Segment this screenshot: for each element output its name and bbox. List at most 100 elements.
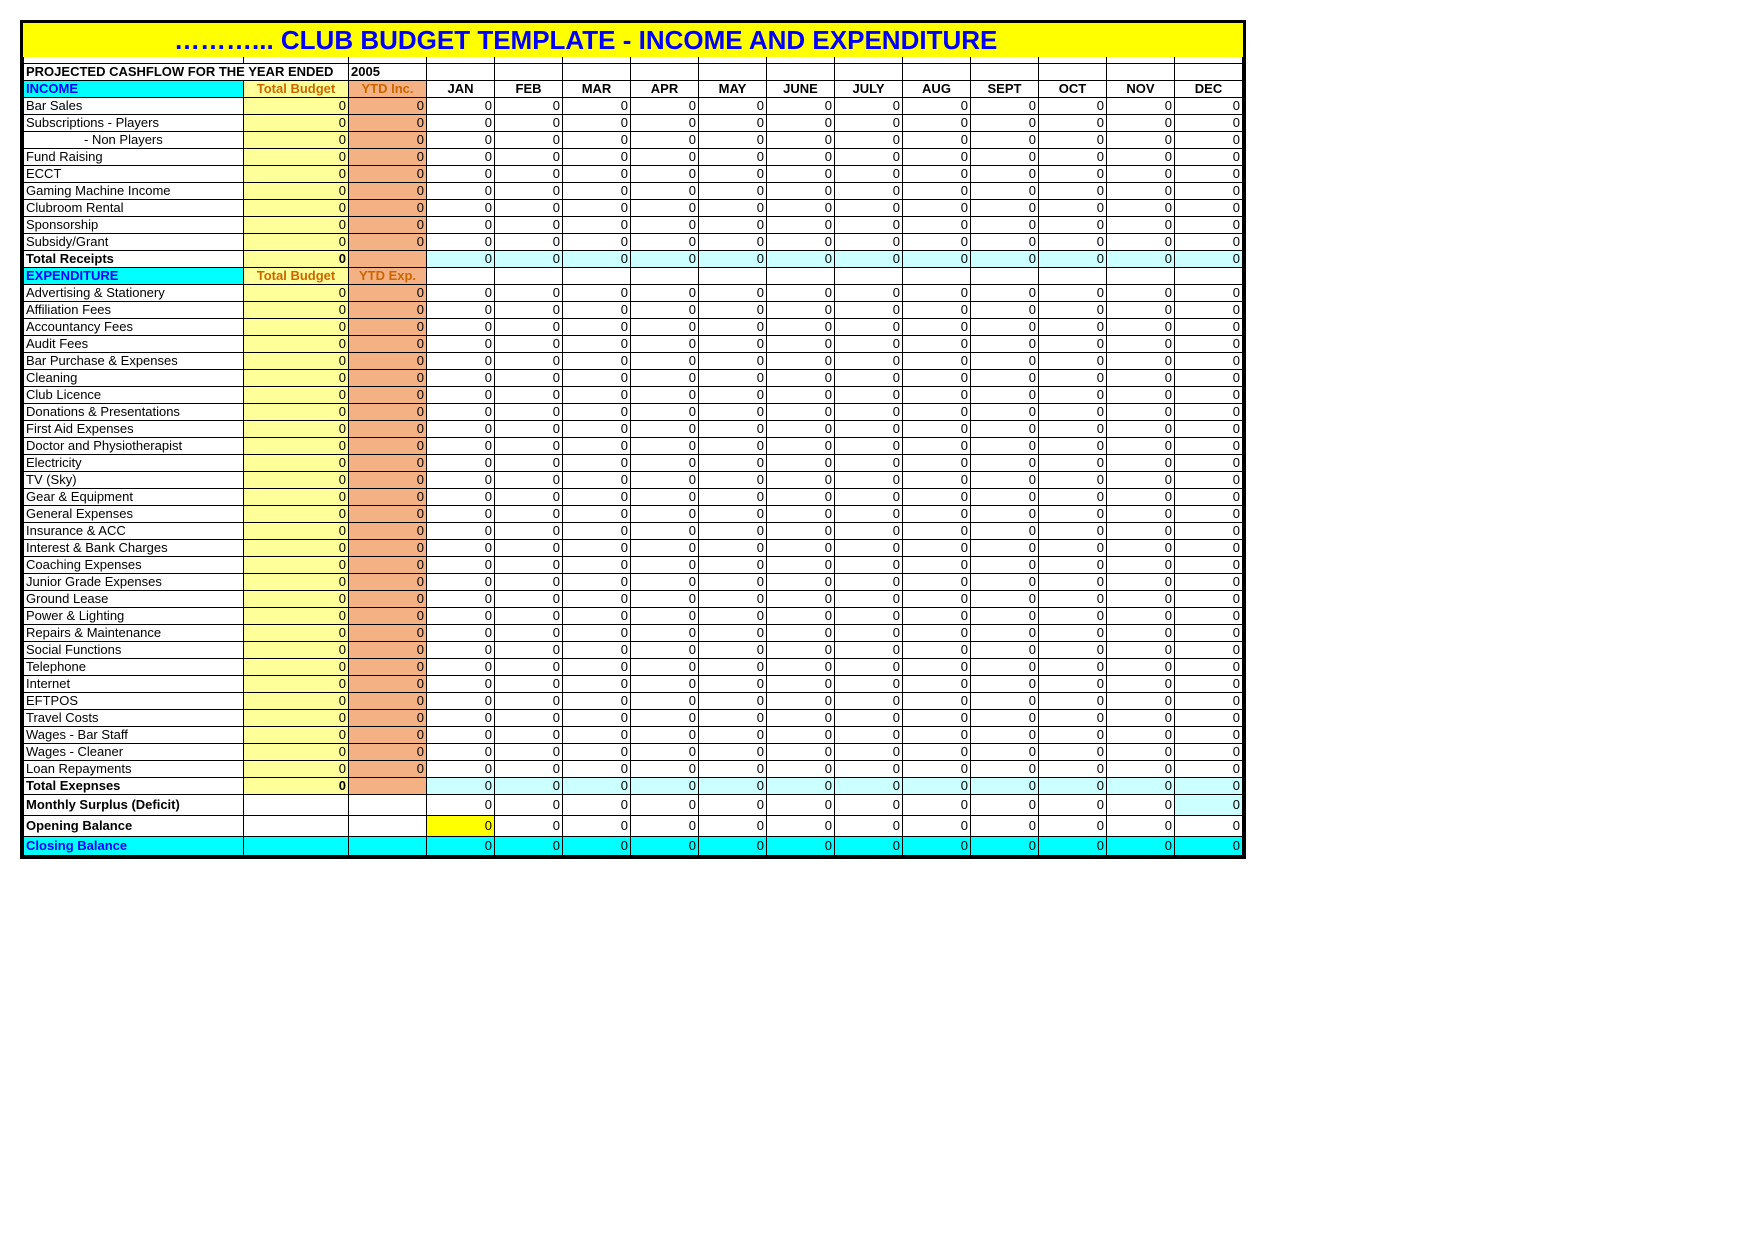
month-cell[interactable]: 0 — [1039, 421, 1107, 438]
month-cell[interactable]: 0 — [427, 540, 495, 557]
ytd-cell[interactable]: 0 — [349, 710, 427, 727]
total-budget-cell[interactable]: 0 — [244, 234, 349, 251]
month-cell[interactable]: 0 — [971, 404, 1039, 421]
month-cell[interactable]: 0 — [835, 472, 903, 489]
month-cell[interactable]: 0 — [971, 200, 1039, 217]
month-cell[interactable]: 0 — [1175, 557, 1243, 574]
month-cell[interactable]: 0 — [767, 285, 835, 302]
month-cell[interactable]: 0 — [1039, 285, 1107, 302]
month-cell[interactable]: 0 — [427, 523, 495, 540]
month-cell[interactable]: 0 — [1107, 489, 1175, 506]
month-cell[interactable]: 0 — [767, 744, 835, 761]
month-cell[interactable]: 0 — [699, 404, 767, 421]
month-cell[interactable]: 0 — [563, 217, 631, 234]
month-cell[interactable]: 0 — [699, 761, 767, 778]
month-cell[interactable]: 0 — [835, 710, 903, 727]
month-cell[interactable]: 0 — [699, 132, 767, 149]
month-cell[interactable]: 0 — [1107, 574, 1175, 591]
month-cell[interactable]: 0 — [699, 370, 767, 387]
month-cell[interactable]: 0 — [563, 642, 631, 659]
month-cell[interactable]: 0 — [1039, 234, 1107, 251]
month-cell[interactable]: 0 — [1039, 506, 1107, 523]
month-cell[interactable]: 0 — [767, 183, 835, 200]
month-cell[interactable]: 0 — [495, 200, 563, 217]
total-budget-cell[interactable]: 0 — [244, 557, 349, 574]
month-cell[interactable]: 0 — [1175, 727, 1243, 744]
month-cell[interactable]: 0 — [1175, 302, 1243, 319]
month-cell[interactable]: 0 — [835, 421, 903, 438]
month-cell[interactable]: 0 — [1107, 710, 1175, 727]
month-cell[interactable]: 0 — [1039, 183, 1107, 200]
month-cell[interactable]: 0 — [495, 710, 563, 727]
month-cell[interactable]: 0 — [563, 319, 631, 336]
total-budget-cell[interactable]: 0 — [244, 285, 349, 302]
month-cell[interactable]: 0 — [699, 183, 767, 200]
month-cell[interactable]: 0 — [1039, 710, 1107, 727]
month-cell[interactable]: 0 — [563, 98, 631, 115]
month-cell[interactable]: 0 — [835, 540, 903, 557]
month-cell[interactable]: 0 — [631, 115, 699, 132]
month-cell[interactable]: 0 — [903, 149, 971, 166]
month-cell[interactable]: 0 — [835, 557, 903, 574]
month-cell[interactable]: 0 — [631, 727, 699, 744]
ytd-cell[interactable]: 0 — [349, 421, 427, 438]
total-budget-cell[interactable]: 0 — [244, 523, 349, 540]
month-cell[interactable]: 0 — [427, 727, 495, 744]
month-cell[interactable]: 0 — [835, 217, 903, 234]
month-cell[interactable]: 0 — [495, 217, 563, 234]
total-budget-cell[interactable]: 0 — [244, 710, 349, 727]
month-cell[interactable]: 0 — [427, 557, 495, 574]
month-cell[interactable]: 0 — [563, 200, 631, 217]
month-cell[interactable]: 0 — [699, 438, 767, 455]
total-budget-cell[interactable]: 0 — [244, 761, 349, 778]
month-cell[interactable]: 0 — [903, 676, 971, 693]
month-cell[interactable]: 0 — [1039, 387, 1107, 404]
month-cell[interactable]: 0 — [903, 387, 971, 404]
month-cell[interactable]: 0 — [427, 200, 495, 217]
total-budget-cell[interactable]: 0 — [244, 353, 349, 370]
month-cell[interactable]: 0 — [699, 523, 767, 540]
month-cell[interactable]: 0 — [563, 625, 631, 642]
month-cell[interactable]: 0 — [1175, 472, 1243, 489]
month-cell[interactable]: 0 — [971, 710, 1039, 727]
month-cell[interactable]: 0 — [903, 404, 971, 421]
month-cell[interactable]: 0 — [767, 506, 835, 523]
total-budget-cell[interactable]: 0 — [244, 642, 349, 659]
month-cell[interactable]: 0 — [631, 285, 699, 302]
total-budget-cell[interactable]: 0 — [244, 693, 349, 710]
month-cell[interactable]: 0 — [971, 574, 1039, 591]
month-cell[interactable]: 0 — [631, 523, 699, 540]
month-cell[interactable]: 0 — [699, 642, 767, 659]
month-cell[interactable]: 0 — [631, 710, 699, 727]
month-cell[interactable]: 0 — [1175, 217, 1243, 234]
month-cell[interactable]: 0 — [631, 744, 699, 761]
month-cell[interactable]: 0 — [903, 353, 971, 370]
month-cell[interactable]: 0 — [767, 302, 835, 319]
month-cell[interactable]: 0 — [427, 115, 495, 132]
month-cell[interactable]: 0 — [1039, 472, 1107, 489]
month-cell[interactable]: 0 — [495, 115, 563, 132]
month-cell[interactable]: 0 — [631, 557, 699, 574]
total-budget-cell[interactable]: 0 — [244, 149, 349, 166]
month-cell[interactable]: 0 — [1039, 455, 1107, 472]
ytd-cell[interactable]: 0 — [349, 115, 427, 132]
month-cell[interactable]: 0 — [835, 132, 903, 149]
month-cell[interactable]: 0 — [1039, 727, 1107, 744]
month-cell[interactable]: 0 — [1039, 574, 1107, 591]
month-cell[interactable]: 0 — [835, 676, 903, 693]
month-cell[interactable]: 0 — [1175, 574, 1243, 591]
month-cell[interactable]: 0 — [903, 370, 971, 387]
month-cell[interactable]: 0 — [835, 302, 903, 319]
month-cell[interactable]: 0 — [495, 455, 563, 472]
month-cell[interactable]: 0 — [971, 761, 1039, 778]
ytd-cell[interactable]: 0 — [349, 387, 427, 404]
month-cell[interactable]: 0 — [971, 285, 1039, 302]
month-cell[interactable]: 0 — [1039, 489, 1107, 506]
month-cell[interactable]: 0 — [1175, 404, 1243, 421]
month-cell[interactable]: 0 — [903, 98, 971, 115]
month-cell[interactable]: 0 — [767, 455, 835, 472]
month-cell[interactable]: 0 — [835, 574, 903, 591]
month-cell[interactable]: 0 — [1175, 132, 1243, 149]
month-cell[interactable]: 0 — [903, 642, 971, 659]
month-cell[interactable]: 0 — [767, 489, 835, 506]
